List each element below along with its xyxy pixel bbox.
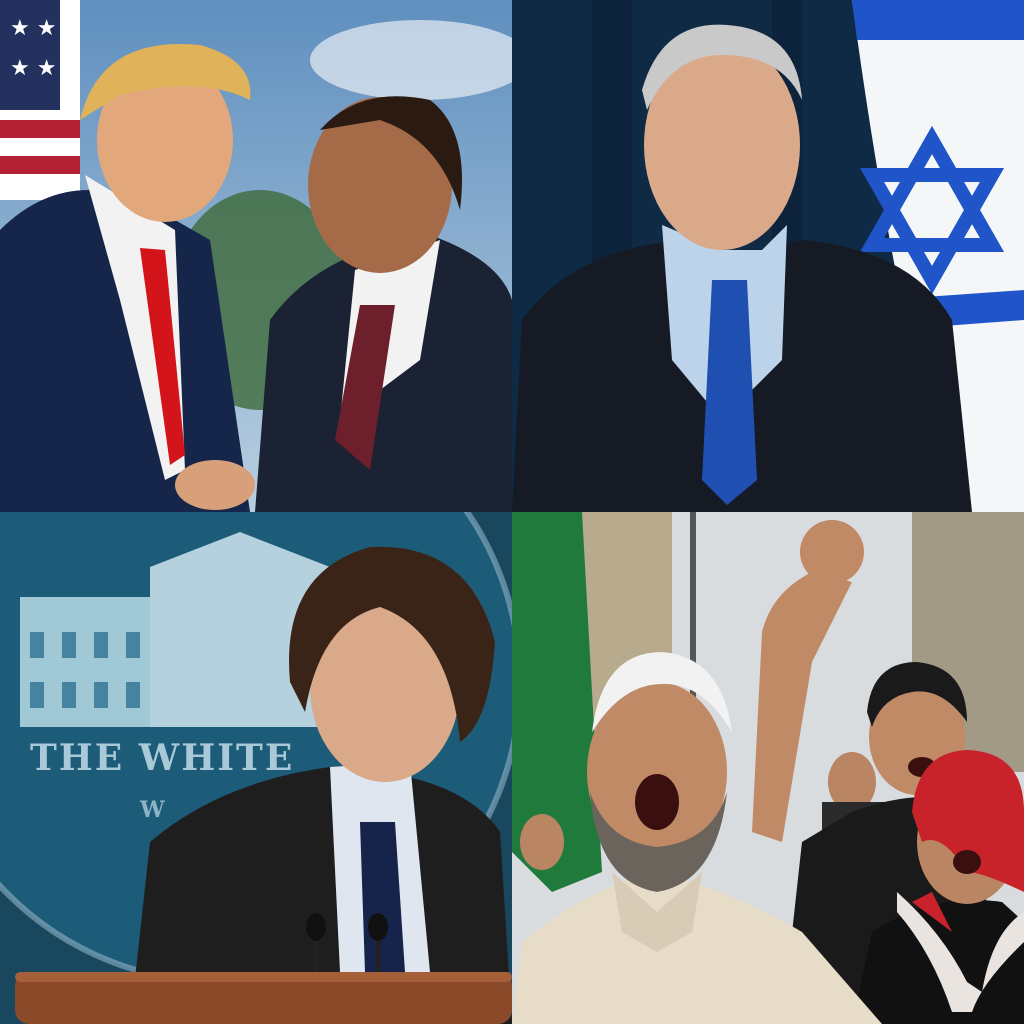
panel-protest	[512, 512, 1024, 1024]
svg-text:★ ★: ★ ★	[10, 56, 56, 81]
image-grid: ★ ★ ★ ★ THE WHITE W	[0, 0, 1024, 1024]
handshake	[175, 460, 255, 510]
svg-text:★ ★: ★ ★	[10, 16, 56, 41]
panel-handshake: ★ ★ ★ ★	[0, 0, 512, 512]
flag-portrait-scene	[512, 0, 1024, 512]
handshake-scene: ★ ★ ★ ★	[0, 0, 512, 512]
panel-flag-portrait	[512, 0, 1024, 512]
podium-scene: THE WHITE W	[0, 512, 512, 1024]
seal-text-line1: THE WHITE	[30, 737, 294, 779]
us-flag: ★ ★ ★ ★	[0, 0, 80, 200]
seal-text-line2: W	[139, 797, 167, 823]
protest-scene	[512, 512, 1024, 1024]
panel-podium: THE WHITE W	[0, 512, 512, 1024]
open-mouth	[635, 774, 679, 830]
